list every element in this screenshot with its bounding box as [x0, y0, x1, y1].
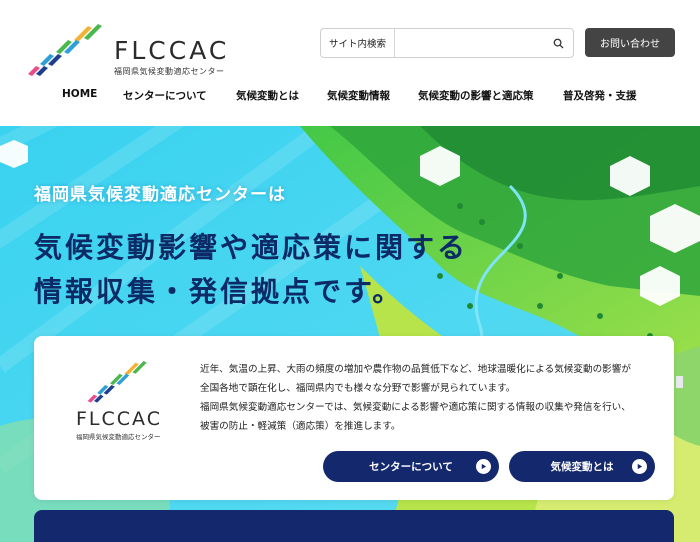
site-logo[interactable]: FLCCAC 福岡県気候変動適応センター — [26, 22, 226, 78]
about-center-button[interactable]: センターについて — [323, 451, 499, 482]
nav-item-impacts-adaptation[interactable]: 気候変動の影響と適応策 — [418, 88, 534, 103]
site-search: サイト内検索 — [320, 28, 574, 58]
card-logo: FLCCAC 福岡県気候変動適応センター — [74, 358, 184, 442]
search-icon[interactable] — [543, 29, 573, 57]
card-logo-mark-icon — [87, 361, 147, 403]
hero-subtitle: 福岡県気候変動適応センターは — [34, 185, 286, 205]
intro-paragraph: 近年、気温の上昇、大雨の頻度の増加や農作物の品質低下など、地球温暖化による気候変… — [200, 360, 660, 436]
intro-card: FLCCAC 福岡県気候変動適応センター 近年、気温の上昇、大雨の頻度の増加や農… — [34, 336, 674, 500]
hero-headline-line-1: 気候変動影響や適応策に関する — [34, 231, 469, 264]
nav-item-home[interactable]: HOME — [62, 88, 97, 100]
site-header: FLCCAC 福岡県気候変動適応センター サイト内検索 お問い合わせ HOME … — [0, 0, 700, 126]
card-logo-subtitle: 福岡県気候変動適応センター — [76, 433, 161, 441]
nav-item-about[interactable]: センターについて — [123, 88, 207, 103]
hero-headline-line-2: 情報収集・発信拠点です。 — [34, 275, 404, 308]
logo-mark-icon — [28, 24, 102, 76]
global-nav: HOME センターについて 気候変動とは 気候変動情報 気候変動の影響と適応策 … — [0, 88, 700, 108]
contact-button[interactable]: お問い合わせ — [585, 28, 675, 57]
card-logo-text: FLCCAC — [76, 408, 162, 430]
about-center-button-label: センターについて — [369, 461, 453, 473]
logo-text: FLCCAC — [114, 36, 230, 65]
nav-item-outreach[interactable]: 普及啓発・支援 — [563, 88, 637, 103]
nav-item-climate-info[interactable]: 気候変動情報 — [327, 88, 390, 103]
search-label: サイト内検索 — [321, 29, 395, 57]
climate-change-button[interactable]: 気候変動とは — [509, 451, 655, 482]
intro-paragraph-line: 近年、気温の上昇、大雨の頻度の増加や農作物の品質低下など、地球温暖化による気候変… — [200, 364, 631, 375]
search-input[interactable] — [395, 29, 543, 57]
intro-paragraph-line: 被害の防止・軽減策（適応策）を推進します。 — [200, 421, 401, 432]
arrow-right-icon — [476, 459, 491, 474]
intro-paragraph-line: 福岡県気候変動適応センターでは、気候変動による影響や適応策に関する情報の収集や発… — [200, 402, 631, 413]
logo-subtitle: 福岡県気候変動適応センター — [114, 67, 225, 76]
next-section-band — [34, 510, 674, 542]
intro-paragraph-line: 全国各地で顕在化し、福岡県内でも様々な分野で影響が見られています。 — [200, 383, 516, 394]
nav-item-climate-change[interactable]: 気候変動とは — [236, 88, 299, 103]
climate-change-button-label: 気候変動とは — [550, 461, 614, 473]
arrow-right-icon — [632, 459, 647, 474]
